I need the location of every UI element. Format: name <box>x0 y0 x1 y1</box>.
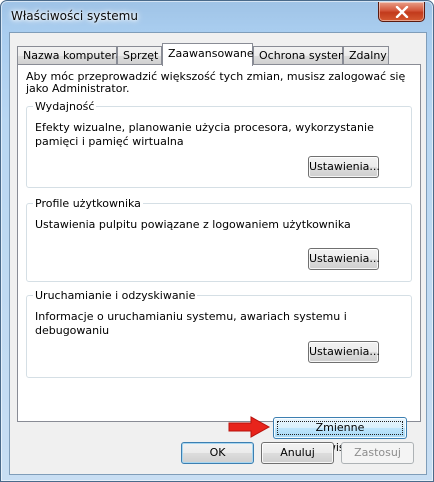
system-properties-window: Właściwości systemu Nazwa komputera Sprz… <box>0 0 434 482</box>
title-bar[interactable]: Właściwości systemu <box>1 1 433 33</box>
performance-group: Wydajność Efekty wizualne, planowanie uż… <box>26 100 412 188</box>
environment-variables-button[interactable]: Zmienne środowiskowe... <box>273 417 407 454</box>
performance-settings-button[interactable]: Ustawienia... <box>308 156 380 178</box>
window-title: Właściwości systemu <box>11 9 138 23</box>
user-profiles-settings-button[interactable]: Ustawienia... <box>308 248 380 270</box>
startup-recovery-settings-button[interactable]: Ustawienia... <box>308 341 380 363</box>
performance-label: Wydajność <box>33 100 97 113</box>
user-profiles-description: Ustawienia pulpitu powiązane z logowanie… <box>35 218 351 231</box>
advanced-tab-panel: Aby móc przeprowadzić większość tych zmi… <box>17 64 421 454</box>
dialog-client-area: Nazwa komputera Sprzęt Zaawansowane Ochr… <box>9 32 427 475</box>
tab-advanced[interactable]: Zaawansowane <box>162 43 254 66</box>
tab-system-protection[interactable]: Ochrona systemu <box>253 46 356 65</box>
ok-button[interactable]: OK <box>181 442 254 464</box>
cancel-button[interactable]: Anuluj <box>261 442 334 464</box>
tab-computer-name[interactable]: Nazwa komputera <box>17 46 123 65</box>
startup-recovery-label: Uruchamianie i odzyskiwanie <box>33 289 198 302</box>
startup-recovery-group: Uruchamianie i odzyskiwanie Informacje o… <box>26 289 412 378</box>
startup-recovery-description: Informacje o uruchamianiu systemu, awari… <box>35 310 347 337</box>
close-button[interactable] <box>378 2 425 22</box>
performance-description: Efekty wizualne, planowanie użycia proce… <box>35 121 374 148</box>
user-profiles-group: Profile użytkownika Ustawienia pulpitu p… <box>26 197 412 282</box>
tab-hardware[interactable]: Sprzęt <box>117 46 162 65</box>
admin-notice: Aby móc przeprowadzić większość tych zmi… <box>26 70 406 95</box>
red-arrow-annotation-icon <box>228 416 271 438</box>
close-icon <box>395 5 408 18</box>
apply-button[interactable]: Zastosuj <box>341 442 414 464</box>
tab-remote[interactable]: Zdalny <box>343 46 389 65</box>
user-profiles-label: Profile użytkownika <box>33 197 143 210</box>
